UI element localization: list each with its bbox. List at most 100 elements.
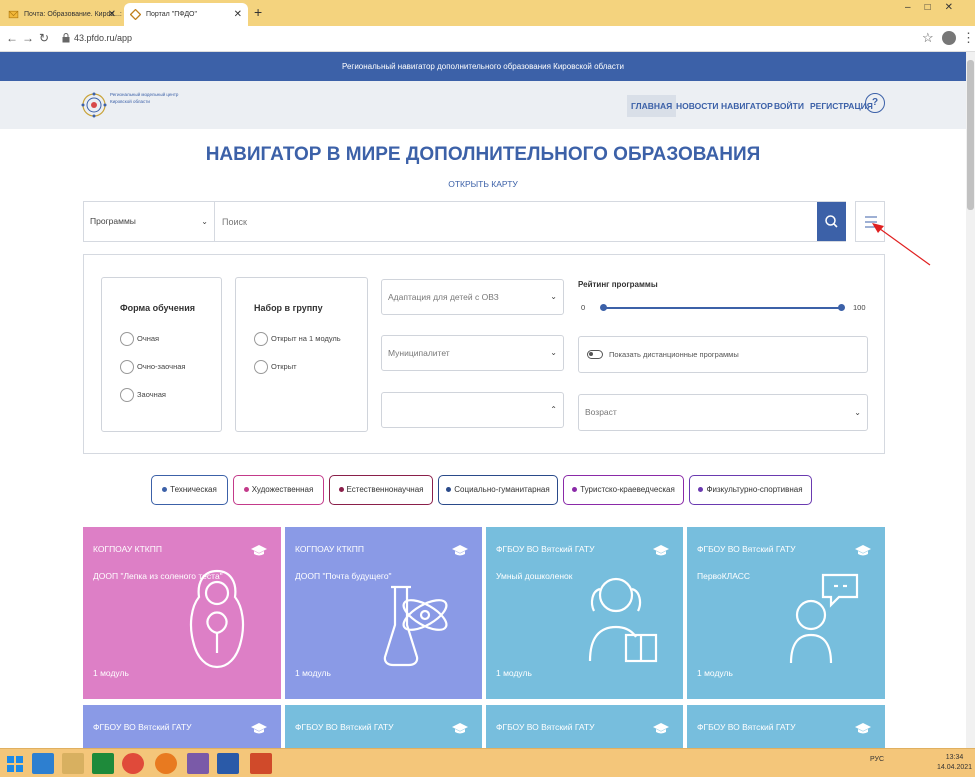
reload-icon[interactable]: ↻ — [39, 31, 49, 45]
chip-sport[interactable]: Физкультурно-спортивная — [689, 475, 812, 505]
distance-toggle-switch[interactable] — [587, 350, 603, 359]
card-org: ФГБОУ ВО Вятский ГАТУ — [697, 544, 796, 554]
chip-dot — [162, 487, 168, 493]
excel-app-icon[interactable] — [92, 753, 114, 774]
category-select[interactable]: Программы ⌄ — [84, 202, 215, 241]
girl-reading-icon — [588, 577, 658, 663]
profile-avatar-icon[interactable] — [942, 31, 956, 45]
search-input[interactable] — [216, 202, 816, 241]
chip-tourism[interactable]: Туристско-краеведческая — [563, 475, 684, 505]
card-modules: 1 модуль — [93, 668, 129, 678]
program-card[interactable]: КОГПОАУ КТКПП ДООП "Лепка из соленого те… — [83, 527, 281, 699]
browser-tab-pfdo[interactable]: Портал "ПФДО" ✕ — [124, 3, 248, 26]
explorer-icon[interactable] — [62, 753, 84, 774]
browser-tab-mail[interactable]: Почта: Образование. Киров...: ✕ — [2, 3, 122, 26]
form-filter-box: Форма обучения Очная Очно-заочная Заочна… — [101, 277, 222, 432]
open-map-label[interactable]: ОТКРЫТЬ КАРТУ — [448, 179, 518, 189]
form-filter-title: Форма обучения — [120, 303, 195, 313]
menu-kebab-icon[interactable]: ⋮ — [962, 30, 975, 46]
card-org: ФГБОУ ВО Вятский ГАТУ — [295, 722, 394, 732]
chip-science[interactable]: Естественнонаучная — [329, 475, 433, 505]
graduation-cap-icon — [653, 723, 669, 734]
chip-label: Туристско-краеведческая — [580, 485, 675, 494]
nav-register[interactable]: РЕГИСТРАЦИЯ — [810, 95, 873, 117]
municipality-select-value: Муниципалитет — [388, 348, 450, 358]
help-button[interactable]: ? — [865, 93, 885, 113]
radio-full-time[interactable]: Очная — [120, 332, 159, 346]
graduation-cap-icon — [855, 545, 871, 556]
close-tab-icon[interactable]: ✕ — [108, 3, 116, 26]
scrollbar-thumb[interactable] — [967, 60, 974, 210]
logo-icon[interactable] — [81, 87, 107, 123]
municipality-select[interactable]: Муниципалитет ⌄ — [381, 335, 564, 371]
rating-slider-max-handle[interactable] — [838, 304, 845, 311]
lock-icon — [62, 33, 70, 43]
site-header: Региональный модельный центр Кировской о… — [0, 81, 966, 129]
radio-open-module[interactable]: Открыт на 1 модуль — [254, 332, 341, 346]
program-card[interactable]: ФГБОУ ВО Вятский ГАТУ ПервоКЛАСС 1 модул… — [687, 527, 885, 699]
taskbar-clock[interactable]: 13:34 14.04.2021 — [937, 753, 972, 773]
group-filter-title: Набор в группу — [254, 303, 323, 313]
program-card[interactable]: ФГБОУ ВО Вятский ГАТУ — [486, 705, 683, 748]
word-icon[interactable] — [217, 753, 239, 774]
chevron-down-icon: ⌄ — [550, 292, 557, 301]
chip-social[interactable]: Социально-гуманитарная — [438, 475, 558, 505]
rating-min: 0 — [581, 303, 586, 312]
program-card[interactable]: ФГБОУ ВО Вятский ГАТУ — [83, 705, 281, 748]
powerpoint-icon[interactable] — [250, 753, 272, 774]
firefox-icon[interactable] — [155, 753, 177, 774]
chevron-down-icon: ⌄ — [550, 348, 557, 357]
category-select-value: Программы — [90, 216, 136, 226]
nav-login[interactable]: ВОЙТИ — [774, 95, 804, 117]
card-modules: 1 модуль — [697, 668, 733, 678]
search-icon — [825, 215, 838, 228]
chip-dot — [243, 487, 249, 493]
url-text[interactable]: 43.pfdo.ru/app — [74, 33, 132, 43]
radio-open[interactable]: Открыт — [254, 360, 297, 374]
tray-language[interactable]: РУС — [870, 756, 884, 763]
back-icon[interactable]: ← — [6, 31, 18, 45]
logo-text: Региональный модельный центр Кировской о… — [110, 92, 179, 104]
new-tab-icon[interactable]: + — [254, 4, 262, 20]
nav-news[interactable]: НОВОСТИ — [676, 95, 719, 117]
chip-technical[interactable]: Техническая — [151, 475, 228, 505]
program-card[interactable]: КОГПОАУ КТКПП ДООП "Почта будущего" 1 мо… — [285, 527, 482, 699]
distance-toggle-row[interactable]: Показать дистанционные программы — [578, 336, 868, 373]
card-org: КОГПОАУ КТКПП — [295, 544, 364, 554]
card-org: КОГПОАУ КТКПП — [93, 544, 162, 554]
app-icon[interactable] — [187, 753, 209, 774]
rating-label: Рейтинг программы — [578, 280, 658, 289]
windows-start-icon[interactable] — [4, 753, 26, 774]
chip-art[interactable]: Художественная — [233, 475, 324, 505]
program-card[interactable]: ФГБОУ ВО Вятский ГАТУ — [285, 705, 482, 748]
chip-label: Социально-гуманитарная — [454, 485, 550, 494]
bookmark-star-icon[interactable]: ☆ — [922, 30, 934, 46]
chip-label: Художественная — [251, 485, 314, 494]
age-select-value: Возраст — [585, 407, 617, 417]
nav-navigator[interactable]: НАВИГАТОР — [721, 95, 773, 117]
nav-home[interactable]: ГЛАВНАЯ — [627, 95, 677, 117]
rating-max: 100 — [853, 303, 866, 312]
rating-slider-track[interactable] — [603, 307, 841, 309]
chip-dot — [338, 487, 344, 493]
chrome-icon[interactable] — [122, 753, 144, 774]
window-controls[interactable]: –□✕ — [905, 2, 967, 13]
radio-part-time[interactable]: Очно-заочная — [120, 360, 185, 374]
age-select[interactable]: Возраст ⌄ — [578, 394, 868, 431]
radio-distance[interactable]: Заочная — [120, 388, 166, 402]
card-org: ФГБОУ ВО Вятский ГАТУ — [93, 722, 192, 732]
adaptation-select[interactable]: Адаптация для детей с ОВЗ ⌄ — [381, 279, 564, 315]
empty-select[interactable]: ⌃ — [381, 392, 564, 428]
rating-slider-min-handle[interactable] — [600, 304, 607, 311]
search-button[interactable] — [817, 202, 846, 241]
open-map-link[interactable]: ОТКРЫТЬ КАРТУ — [0, 179, 966, 189]
page-scrollbar[interactable] — [966, 52, 975, 748]
program-card[interactable]: ФГБОУ ВО Вятский ГАТУ Умный дошколенок 1… — [486, 527, 683, 699]
close-tab-icon[interactable]: ✕ — [234, 3, 242, 26]
ie-icon[interactable] — [32, 753, 54, 774]
adaptation-select-value: Адаптация для детей с ОВЗ — [388, 292, 499, 302]
chevron-down-icon: ⌄ — [201, 217, 208, 226]
page-title: НАВИГАТОР В МИРЕ ДОПОЛНИТЕЛЬНОГО ОБРАЗОВ… — [205, 144, 761, 165]
program-card[interactable]: ФГБОУ ВО Вятский ГАТУ — [687, 705, 885, 748]
forward-icon[interactable]: → — [22, 31, 34, 45]
